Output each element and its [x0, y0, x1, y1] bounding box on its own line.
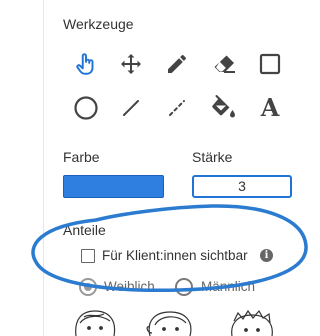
eraser-icon [214, 55, 235, 73]
avatar-female-1 [75, 310, 116, 336]
radio-female-label: Weiblich [104, 279, 155, 294]
rectangle-icon [259, 53, 281, 75]
move-arrows-icon [121, 54, 141, 74]
tool-line-button[interactable] [116, 93, 146, 123]
paint-bucket-icon [212, 95, 235, 118]
color-picker-button[interactable] [63, 175, 164, 198]
color-label: Farbe [63, 149, 100, 165]
tools-heading: Werkzeuge [63, 16, 134, 32]
tool-eraser-button[interactable] [209, 49, 239, 79]
tool-fill-button[interactable] [208, 93, 238, 123]
tool-circle-button[interactable] [71, 93, 101, 123]
avatar-male-1 [231, 309, 273, 336]
shares-heading: Anteile [63, 222, 106, 238]
pointer-hand-icon [76, 53, 94, 75]
pencil-icon [168, 54, 186, 73]
avatar-female-2 [146, 311, 192, 336]
tool-move-button[interactable] [116, 49, 146, 79]
radio-male-label: Männlich [201, 279, 256, 294]
stroke-label: Stärke [192, 149, 233, 165]
radio-female[interactable] [79, 278, 97, 296]
tool-rectangle-button[interactable] [255, 49, 285, 79]
client-visible-label: Für Klient:innen sichtbar [102, 248, 248, 263]
line-icon [123, 100, 139, 116]
tool-hand-button[interactable] [71, 49, 101, 79]
client-visible-checkbox[interactable] [81, 249, 95, 263]
circle-icon [74, 96, 98, 120]
tool-dashed-line-button[interactable] [162, 93, 192, 123]
stroke-width-input[interactable]: 3 [192, 175, 292, 198]
text-icon: A [260, 93, 280, 122]
tool-pencil-button[interactable] [162, 49, 192, 79]
tool-text-button[interactable]: A [255, 93, 285, 123]
avatar-sketches [75, 309, 273, 336]
info-icon[interactable]: i [260, 249, 273, 262]
dashed-line-icon [169, 100, 185, 116]
radio-male[interactable] [175, 278, 193, 296]
panel-left-border [43, 0, 44, 336]
